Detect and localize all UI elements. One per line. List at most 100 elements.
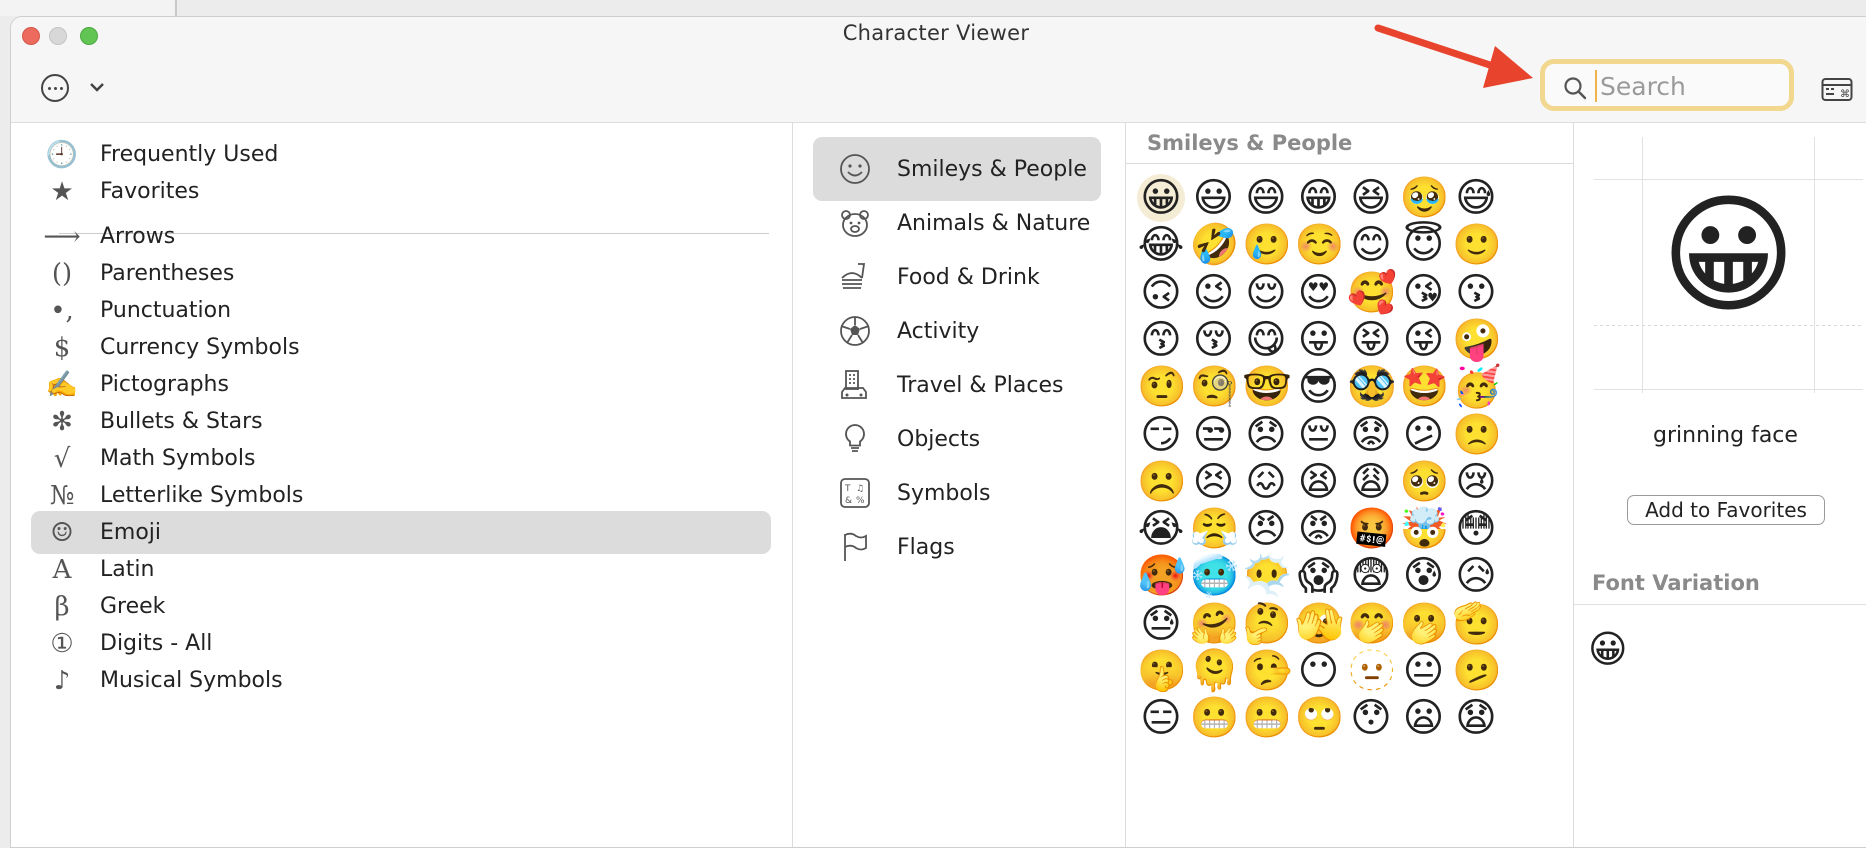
emoji-cell[interactable]: 😨 (1347, 552, 1395, 600)
emoji-cell[interactable]: 😫 (1295, 458, 1343, 506)
emoji-cell[interactable]: 😄 (1242, 174, 1290, 222)
emoji-cell[interactable]: 🥰 (1347, 269, 1397, 317)
emoji-cell[interactable]: 🤭 (1347, 600, 1397, 648)
emoji-cell[interactable]: 🥵 (1137, 552, 1187, 600)
emoji-cell[interactable]: 😛 (1295, 316, 1343, 364)
emoji-cell[interactable]: 😋 (1242, 316, 1290, 364)
emoji-cell[interactable]: 🥸 (1347, 363, 1397, 411)
svg-text:♫: ♫ (856, 484, 864, 494)
emoji-cell[interactable]: 😟 (1347, 411, 1395, 459)
emoji-cell[interactable]: 😀 (1137, 174, 1185, 222)
emoji-cell[interactable]: 😗 (1452, 269, 1500, 317)
emoji-cell[interactable]: 😬 (1242, 694, 1292, 742)
emoji-cell[interactable]: 😓 (1137, 600, 1185, 648)
emoji-cell[interactable]: 😂 (1137, 221, 1185, 269)
emoji-cell[interactable]: 😍 (1295, 269, 1343, 317)
category-label: Animals & Nature (897, 210, 1091, 236)
emoji-cell[interactable]: 😚 (1190, 316, 1238, 364)
emoji-cell[interactable]: 🤣 (1190, 221, 1240, 269)
emoji-cell[interactable]: 😌 (1242, 269, 1290, 317)
emoji-cell[interactable]: 🥲 (1242, 221, 1292, 269)
emoji-cell[interactable]: 😠 (1242, 505, 1290, 553)
emoji-cell[interactable]: 🙂 (1452, 221, 1502, 269)
emoji-cell[interactable]: 😬 (1190, 694, 1240, 742)
emoji-preview: 😀 (1594, 137, 1863, 393)
emoji-cell[interactable]: 🫣 (1295, 600, 1345, 648)
font-variation-emoji[interactable]: 😀 (1588, 627, 1628, 671)
emoji-cell[interactable]: 😶‍🌫️ (1242, 552, 1292, 600)
emoji-cell[interactable]: 😞 (1242, 411, 1290, 459)
sidebar-item-musical-symbols[interactable]: ♪ Musical Symbols (31, 659, 771, 702)
dollar-icon: $ (53, 332, 71, 363)
emoji-cell[interactable]: 😩 (1347, 458, 1395, 506)
emoji-cell[interactable]: 😕 (1400, 411, 1448, 459)
emoji-cell[interactable]: 🤔 (1242, 600, 1292, 648)
category-flags[interactable]: Flags (813, 515, 1101, 579)
emoji-cell[interactable]: 🫤 (1452, 647, 1502, 695)
sidebar-item-favorites[interactable]: ★ Favorites (31, 170, 771, 213)
keyboard-viewer-icon[interactable]: ⌘ (1821, 77, 1853, 107)
emoji-cell[interactable]: 😤 (1190, 505, 1240, 553)
emoji-cell[interactable]: 🤪 (1452, 316, 1502, 364)
emoji-cell[interactable]: 🙁 (1452, 411, 1502, 459)
emoji-cell[interactable]: 😆 (1347, 174, 1395, 222)
emoji-cell[interactable]: 😥 (1452, 552, 1500, 600)
emoji-cell[interactable]: 🤨 (1137, 363, 1187, 411)
emoji-cell[interactable]: 🫠 (1190, 647, 1240, 695)
add-to-favorites-button[interactable]: Add to Favorites (1627, 495, 1825, 525)
emoji-cell[interactable]: 😑 (1137, 694, 1185, 742)
emoji-cell[interactable]: 😜 (1400, 316, 1448, 364)
category-label: Activity (897, 318, 980, 344)
emoji-cell[interactable]: 😔 (1295, 411, 1343, 459)
emoji-cell[interactable]: 😢 (1452, 458, 1500, 506)
emoji-cell[interactable]: 😊 (1347, 221, 1395, 269)
emoji-cell[interactable]: 🥺 (1400, 458, 1450, 506)
emoji-cell[interactable]: 🤗 (1190, 600, 1240, 648)
emoji-cell[interactable]: 😶 (1295, 647, 1343, 695)
emoji-cell[interactable]: 🤫 (1137, 647, 1187, 695)
emoji-cell[interactable]: 🙄 (1295, 694, 1345, 742)
emoji-cell[interactable]: 🥳 (1452, 363, 1502, 411)
emoji-cell[interactable]: 😡 (1295, 505, 1343, 553)
emoji-cell[interactable]: 🧐 (1190, 363, 1240, 411)
emoji-cell[interactable]: 🥹 (1400, 174, 1450, 222)
emoji-cell[interactable]: 🤯 (1400, 505, 1450, 553)
emoji-cell[interactable]: 🤥 (1242, 647, 1292, 695)
emoji-cell[interactable]: 🤬 (1347, 505, 1397, 553)
emoji-cell[interactable]: 🥶 (1190, 552, 1240, 600)
emoji-cell[interactable]: 😱 (1295, 552, 1343, 600)
emoji-cell[interactable]: 😁 (1295, 174, 1343, 222)
emoji-cell[interactable]: 😦 (1400, 694, 1448, 742)
emoji-cell[interactable]: 🫢 (1400, 600, 1450, 648)
emoji-cell[interactable]: 🙃 (1137, 269, 1185, 317)
emoji-cell[interactable]: 🤩 (1400, 363, 1450, 411)
emoji-cell[interactable]: 😇 (1400, 221, 1448, 269)
emoji-cell[interactable]: 😳 (1452, 505, 1500, 553)
emoji-cell[interactable]: 😎 (1295, 363, 1343, 411)
emoji-cell[interactable]: ☺️ (1295, 221, 1345, 269)
search-input[interactable] (1595, 70, 1780, 102)
emoji-cell[interactable]: 🫥 (1347, 647, 1397, 695)
grid-title: Smileys & People (1147, 131, 1353, 155)
chevron-down-icon[interactable] (89, 77, 105, 98)
emoji-cell[interactable]: 😏 (1137, 411, 1185, 459)
emoji-cell[interactable]: 😭 (1137, 505, 1185, 553)
search-field[interactable] (1540, 59, 1794, 111)
emoji-cell[interactable]: 🤓 (1242, 363, 1292, 411)
emoji-cell[interactable]: 🫡 (1452, 600, 1502, 648)
ellipsis-circle-icon[interactable] (41, 74, 69, 102)
emoji-cell[interactable]: 😃 (1190, 174, 1238, 222)
emoji-cell[interactable]: 😧 (1452, 694, 1500, 742)
emoji-cell[interactable]: 😙 (1137, 316, 1185, 364)
emoji-cell[interactable]: 😘 (1400, 269, 1448, 317)
emoji-cell[interactable]: 😒 (1190, 411, 1238, 459)
emoji-cell[interactable]: 😯 (1347, 694, 1395, 742)
emoji-cell[interactable]: 😰 (1400, 552, 1448, 600)
emoji-cell[interactable]: 😝 (1347, 316, 1395, 364)
emoji-cell[interactable]: 😅 (1452, 174, 1500, 222)
emoji-cell[interactable]: 😖 (1242, 458, 1290, 506)
emoji-cell[interactable]: ☹️ (1137, 458, 1187, 506)
emoji-cell[interactable]: 😉 (1190, 269, 1238, 317)
emoji-cell[interactable]: 😣 (1190, 458, 1238, 506)
emoji-cell[interactable]: 😐 (1400, 647, 1448, 695)
